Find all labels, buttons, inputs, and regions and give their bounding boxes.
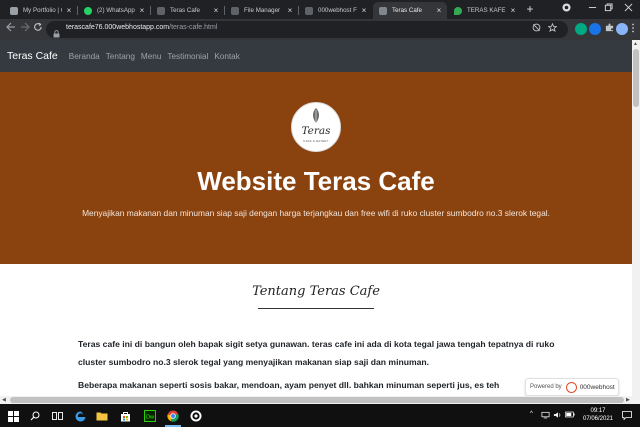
svg-text:Dw: Dw: [146, 415, 154, 421]
browser-tab[interactable]: TERAS KAFE – Go ×: [448, 2, 521, 19]
nav-link-beranda[interactable]: Beranda: [69, 52, 100, 61]
forward-arrow-icon[interactable]: [18, 22, 32, 36]
scrollbar-thumb[interactable]: [633, 49, 639, 107]
tab-label: 000webhost File: [318, 7, 357, 14]
browser-tab[interactable]: 000webhost File ×: [299, 2, 372, 19]
edge-browser-icon[interactable]: [72, 408, 88, 424]
obs-recorder-icon[interactable]: [188, 408, 204, 424]
chrome-icon[interactable]: [165, 408, 181, 424]
task-view-icon[interactable]: [49, 408, 65, 424]
url-path: /teras-cafe.html: [169, 24, 218, 31]
hero-title: Website Teras Cafe: [197, 166, 435, 196]
scroll-up-arrow-icon[interactable]: ▲: [633, 41, 638, 47]
tab-label: (2) WhatsApp: [97, 7, 135, 14]
tray-chevron-icon[interactable]: ^: [530, 411, 533, 417]
tab-label: Teras Cafe: [392, 7, 422, 14]
cookie-blocked-icon[interactable]: [530, 23, 542, 35]
horizontal-scrollbar[interactable]: ◀ ▶: [0, 396, 640, 404]
new-tab-button[interactable]: +: [523, 2, 537, 17]
about-paragraph: Beberapa makanan seperti sosis bakar, me…: [78, 380, 500, 390]
about-paragraph: Teras cafe ini di bangun oleh bapak sigi…: [78, 339, 555, 367]
nav-link-testimonial[interactable]: Testimonial: [167, 52, 208, 61]
network-icon[interactable]: [541, 411, 550, 421]
scroll-right-arrow-icon[interactable]: ▶: [626, 396, 630, 404]
webhost-logo-icon: [565, 381, 577, 393]
dreamweaver-icon[interactable]: Dw: [142, 408, 158, 424]
browser-tab[interactable]: File Manager ×: [225, 2, 298, 19]
tab-close-icon[interactable]: ×: [65, 6, 73, 15]
taskbar-clock[interactable]: 09:17 07/06/2021: [580, 407, 616, 423]
tab-favicon-icon: [10, 6, 18, 15]
profile-icon[interactable]: [554, 0, 578, 19]
page-icon: [305, 6, 313, 15]
browser-tab[interactable]: (2) WhatsApp ×: [78, 2, 150, 19]
extension-icon[interactable]: [589, 23, 601, 35]
tab-label: TERAS KAFE – Go: [467, 7, 506, 14]
page-icon: [157, 6, 165, 15]
leaf-icon: [313, 108, 319, 124]
page-icon: [379, 6, 387, 15]
extension-icon[interactable]: [575, 23, 587, 35]
store-icon[interactable]: [117, 408, 133, 424]
logo-name: Teras: [301, 125, 331, 137]
address-bar[interactable]: terascafe76.000webhostapp.com/teras-cafe…: [46, 21, 568, 38]
volume-icon[interactable]: [553, 411, 562, 421]
cafe-logo: Teras CAFE & EATERY: [291, 102, 341, 152]
tab-close-icon[interactable]: ×: [286, 6, 294, 15]
notifications-icon[interactable]: [622, 411, 632, 422]
tab-close-icon[interactable]: ×: [138, 6, 146, 15]
puzzle-extensions-icon[interactable]: [603, 23, 615, 35]
scroll-left-arrow-icon[interactable]: ◀: [2, 396, 6, 404]
about-section-title: Tentang Teras Cafe: [252, 284, 380, 299]
tab-close-icon[interactable]: ×: [509, 6, 517, 15]
windows-start-icon[interactable]: [5, 408, 21, 424]
account-avatar[interactable]: [616, 23, 628, 35]
browser-toolbar: terascafe76.000webhostapp.com/teras-cafe…: [0, 19, 640, 40]
maps-icon: [454, 6, 462, 15]
vertical-scrollbar[interactable]: ▲: [632, 40, 640, 396]
menu-kebab-icon[interactable]: [628, 23, 638, 35]
url-host: terascafe76.000webhostapp.com: [66, 24, 170, 31]
site-brand[interactable]: Teras Cafe: [7, 50, 58, 62]
tab-close-icon[interactable]: ×: [360, 6, 368, 15]
page-viewport: Teras Cafe Beranda Tentang Menu Testimon…: [0, 40, 632, 396]
browser-tab-strip: My Portfolio | Ga × (2) WhatsApp × Teras…: [0, 0, 640, 19]
clock-time: 09:17: [590, 408, 606, 414]
browser-tab[interactable]: Teras Cafe ×: [151, 2, 224, 19]
page-icon: [231, 6, 239, 15]
browser-tab-active[interactable]: Teras Cafe ×: [373, 2, 447, 19]
nav-link-menu[interactable]: Menu: [141, 52, 161, 61]
bookmark-star-icon[interactable]: [546, 22, 558, 35]
reload-icon[interactable]: [31, 22, 45, 36]
site-navbar: Teras Cafe Beranda Tentang Menu Testimon…: [0, 40, 632, 72]
whatsapp-icon: [84, 6, 92, 15]
windows-taskbar: Dw ^ 09:17 07/06/2021: [0, 404, 640, 427]
powered-by-badge[interactable]: Powered by 000webhost: [525, 378, 619, 396]
file-explorer-icon[interactable]: [94, 408, 110, 424]
tab-label: Teras Cafe: [170, 7, 200, 14]
back-arrow-icon[interactable]: [4, 22, 18, 36]
nav-link-tentang[interactable]: Tentang: [106, 52, 135, 61]
tab-label: File Manager: [244, 7, 281, 14]
tab-label: My Portfolio | Ga: [23, 7, 62, 14]
nav-link-kontak[interactable]: Kontak: [214, 52, 240, 61]
tab-close-icon[interactable]: ×: [212, 6, 220, 15]
battery-icon[interactable]: [565, 411, 575, 420]
title-underline: [258, 308, 374, 309]
powered-brand: 000webhost: [579, 383, 615, 391]
powered-label: Powered by: [530, 384, 562, 390]
search-icon[interactable]: [27, 408, 43, 424]
hero-banner: Teras CAFE & EATERY Website Teras Cafe M…: [0, 72, 632, 264]
clock-date: 07/06/2021: [582, 416, 614, 422]
scrollbar-thumb[interactable]: [10, 397, 624, 403]
logo-tagline: CAFE & EATERY: [303, 139, 329, 143]
window-close-icon[interactable]: [616, 0, 640, 19]
url-text[interactable]: terascafe76.000webhostapp.com/teras-cafe…: [66, 24, 217, 31]
browser-tab[interactable]: My Portfolio | Ga ×: [4, 2, 77, 19]
tab-close-icon[interactable]: ×: [435, 6, 443, 15]
hero-subtitle: Menyajikan makanan dan minuman siap saji…: [82, 208, 550, 218]
